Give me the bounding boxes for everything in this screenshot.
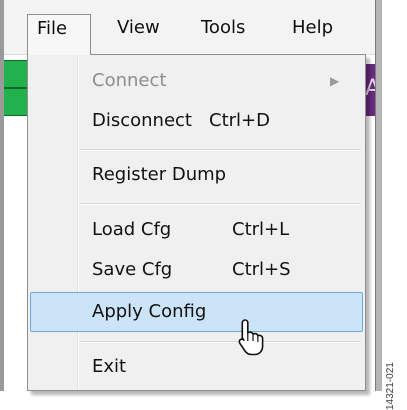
menu-item-disconnect[interactable]: Disconnect Ctrl+D [30, 101, 363, 141]
menu-item-exit[interactable]: Exit [30, 347, 363, 387]
hand-pointer-icon [238, 319, 264, 356]
menu-file[interactable]: File [27, 14, 91, 55]
menu-item-label: Connect [92, 70, 167, 91]
window-left-border [0, 0, 4, 391]
menu-separator [80, 203, 361, 205]
menu-tools[interactable]: Tools [201, 17, 245, 39]
background-banner: A [365, 64, 375, 116]
menu-item-label: Register Dump [92, 164, 227, 185]
menu-item-shortcut: Ctrl+D [209, 110, 270, 131]
menu-item-register-dump[interactable]: Register Dump [30, 155, 363, 195]
menu-item-label: Exit [92, 356, 127, 377]
menu-item-save-cfg[interactable]: Save Cfg Ctrl+S [30, 250, 363, 290]
menu-item-connect[interactable]: Connect ▶ [30, 61, 363, 101]
menu-item-shortcut: Ctrl+S [232, 259, 291, 280]
menu-item-label: Disconnect [92, 110, 192, 131]
menu-separator [80, 149, 361, 151]
menu-help[interactable]: Help [292, 17, 333, 39]
figure-id: 14321-021 [385, 362, 396, 410]
file-menu-dropdown: Connect ▶ Disconnect Ctrl+D Register Dum… [27, 54, 366, 391]
background-status-bar [4, 60, 28, 116]
banner-text: A [365, 77, 375, 101]
menu-view[interactable]: View [117, 17, 160, 39]
menu-item-label: Apply Config [92, 301, 207, 322]
menu-item-label: Save Cfg [92, 259, 173, 280]
chevron-right-icon: ▶ [330, 74, 340, 88]
menu-item-apply-config[interactable]: Apply Config [30, 292, 363, 332]
menu-item-shortcut: Ctrl+L [232, 219, 290, 240]
menu-separator [80, 341, 361, 343]
window-right-border [375, 0, 382, 391]
menu-item-label: Load Cfg [92, 219, 172, 240]
menu-item-load-cfg[interactable]: Load Cfg Ctrl+L [30, 210, 363, 250]
